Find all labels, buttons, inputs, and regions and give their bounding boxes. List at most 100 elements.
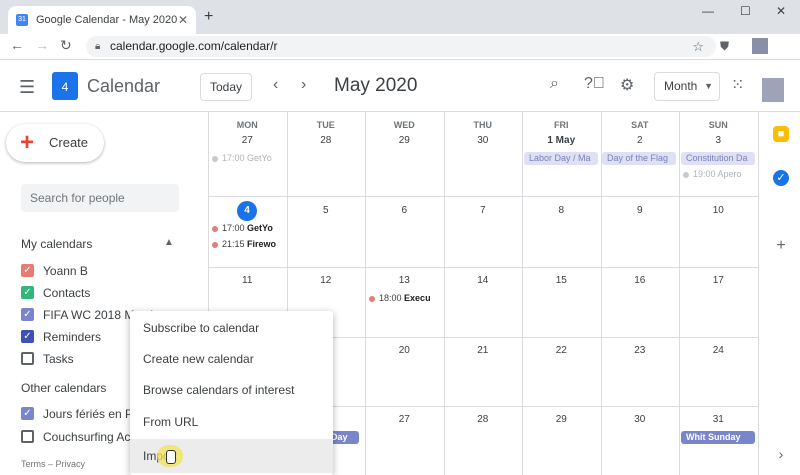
checkbox-checked-icon[interactable]: ✓	[21, 286, 34, 299]
calendar-event[interactable]: 21:15 Firewo	[212, 239, 284, 249]
checkbox-checked-icon[interactable]: ✓	[21, 308, 34, 321]
expand-panel-chevron-icon[interactable]: ›	[773, 446, 789, 462]
browser-tab[interactable]: 31 Google Calendar - May 2020 ✕	[8, 6, 196, 34]
checkbox-unchecked-icon[interactable]	[21, 430, 34, 443]
calendar-label: Jours fériés en Po	[43, 407, 140, 421]
view-label: Month	[664, 79, 698, 93]
current-month-label: May 2020	[334, 75, 418, 96]
allday-event[interactable]: Labor Day / Ma	[524, 152, 598, 165]
day-number[interactable]: 30	[444, 135, 523, 146]
settings-gear-icon[interactable]: ⚙	[620, 75, 634, 95]
lock-icon: 🔒︎	[95, 41, 101, 52]
allday-event[interactable]: Whit Sunday	[681, 431, 755, 444]
day-number[interactable]: 27	[365, 414, 444, 425]
address-bar: ← → ↻ 🔒︎ calendar.google.com/calendar/r …	[0, 34, 800, 60]
menu-item-subscribe[interactable]: Subscribe to calendar	[130, 313, 333, 344]
main-menu-icon[interactable]: ☰	[19, 77, 35, 98]
profile-avatar[interactable]	[752, 38, 768, 54]
calendar-event[interactable]: 18:00 Execu	[369, 293, 441, 303]
checkbox-checked-icon[interactable]: ✓	[21, 264, 34, 277]
menu-item-create-new[interactable]: Create new calendar	[130, 344, 333, 375]
menu-item-from-url[interactable]: From URL	[130, 407, 333, 438]
day-number[interactable]: 7	[444, 205, 523, 216]
day-number[interactable]: 14	[444, 275, 523, 286]
side-panel: ■ ✓ + ›	[758, 112, 800, 475]
my-calendars-header[interactable]: My calendars ▲	[21, 237, 174, 251]
calendar-label: Reminders	[43, 330, 102, 344]
previous-period-icon[interactable]: ‹	[273, 76, 278, 94]
day-number[interactable]: 23	[601, 345, 680, 356]
close-tab-icon[interactable]: ✕	[178, 13, 188, 27]
checkbox-unchecked-icon[interactable]	[21, 352, 34, 365]
day-number[interactable]: 31	[679, 414, 758, 425]
today-button[interactable]: Today	[200, 73, 252, 101]
allday-event[interactable]: Constitution Da	[681, 152, 755, 165]
calendar-label: Contacts	[43, 286, 91, 300]
calendar-label: Yoann B	[43, 264, 88, 278]
dropdown-caret-icon: ▼	[704, 81, 713, 91]
day-number[interactable]: 29	[522, 414, 601, 425]
extension-shield-icon[interactable]: ⛊	[720, 39, 729, 54]
day-number[interactable]: 6	[365, 205, 444, 216]
calendar-event[interactable]: 17:00 GetYo	[212, 223, 284, 233]
terms-privacy-link[interactable]: Terms – Privacy	[21, 459, 85, 469]
search-icon[interactable]: ⌕	[550, 75, 559, 93]
day-number[interactable]: 24	[679, 345, 758, 356]
close-window-icon[interactable]: ✕	[776, 4, 786, 18]
calendar-event[interactable]: 17:00 GetYo	[212, 153, 284, 163]
allday-event[interactable]: Day of the Flag	[602, 152, 676, 165]
day-number[interactable]: 2	[601, 135, 680, 146]
calendar-event[interactable]: 19:00 Apero	[683, 169, 755, 179]
today-day-number[interactable]: 4	[237, 201, 257, 221]
tasks-check-icon[interactable]: ✓	[773, 170, 789, 186]
new-tab-icon[interactable]: +	[204, 8, 213, 26]
mouse-cursor-icon	[157, 445, 183, 467]
checkbox-checked-icon[interactable]: ✓	[21, 330, 34, 343]
day-number[interactable]: 11	[208, 275, 287, 286]
day-number[interactable]: 22	[522, 345, 601, 356]
day-number[interactable]: 13	[365, 275, 444, 286]
forward-icon[interactable]: →	[35, 37, 49, 53]
day-number[interactable]: 20	[365, 345, 444, 356]
apps-grid-icon[interactable]: ⁙	[731, 75, 744, 95]
back-icon[interactable]: ←	[10, 37, 24, 53]
day-number[interactable]: 28	[287, 135, 366, 146]
day-number[interactable]: 21	[444, 345, 523, 356]
menu-item-browse[interactable]: Browse calendars of interest	[130, 375, 333, 406]
day-number[interactable]: 3	[679, 135, 758, 146]
plus-icon: +	[20, 129, 35, 156]
weekday-header: SUN	[708, 120, 728, 130]
day-number[interactable]: 27	[208, 135, 287, 146]
day-number[interactable]: 1 May	[522, 135, 601, 146]
weekday-header: TUE	[316, 120, 335, 130]
collapse-chevron-icon[interactable]: ▲	[164, 237, 174, 248]
checkbox-checked-icon[interactable]: ✓	[21, 407, 34, 420]
day-number[interactable]: 29	[365, 135, 444, 146]
next-period-icon[interactable]: ›	[301, 76, 306, 94]
add-addon-icon[interactable]: +	[773, 238, 789, 254]
reload-icon[interactable]: ↻	[60, 37, 72, 54]
day-number[interactable]: 28	[444, 414, 523, 425]
calendar-label: Couchsurfing Acti	[43, 430, 137, 444]
day-number[interactable]: 30	[601, 414, 680, 425]
day-number[interactable]: 17	[679, 275, 758, 286]
minimize-icon[interactable]: —	[702, 4, 714, 18]
day-number[interactable]: 15	[522, 275, 601, 286]
search-people-input[interactable]: Search for people	[21, 184, 179, 212]
day-number[interactable]: 9	[601, 205, 680, 216]
weekday-header: SAT	[631, 120, 649, 130]
url-input[interactable]: 🔒︎ calendar.google.com/calendar/r ☆	[86, 36, 716, 57]
bookmark-star-icon[interactable]: ☆	[692, 36, 704, 57]
maximize-icon[interactable]: ☐	[740, 4, 751, 18]
day-number[interactable]: 10	[679, 205, 758, 216]
help-icon[interactable]: ?⃝	[584, 75, 605, 93]
day-number[interactable]: 8	[522, 205, 601, 216]
calendar-logo-icon: 4	[52, 72, 78, 100]
day-number[interactable]: 5	[287, 205, 366, 216]
other-calendars-header[interactable]: Other calendars	[21, 381, 106, 395]
create-button[interactable]: + Create	[6, 124, 104, 162]
keep-notes-icon[interactable]: ■	[773, 126, 789, 142]
day-number[interactable]: 16	[601, 275, 680, 286]
day-number[interactable]: 12	[287, 275, 366, 286]
view-switcher-dropdown[interactable]: Month ▼	[654, 72, 720, 101]
